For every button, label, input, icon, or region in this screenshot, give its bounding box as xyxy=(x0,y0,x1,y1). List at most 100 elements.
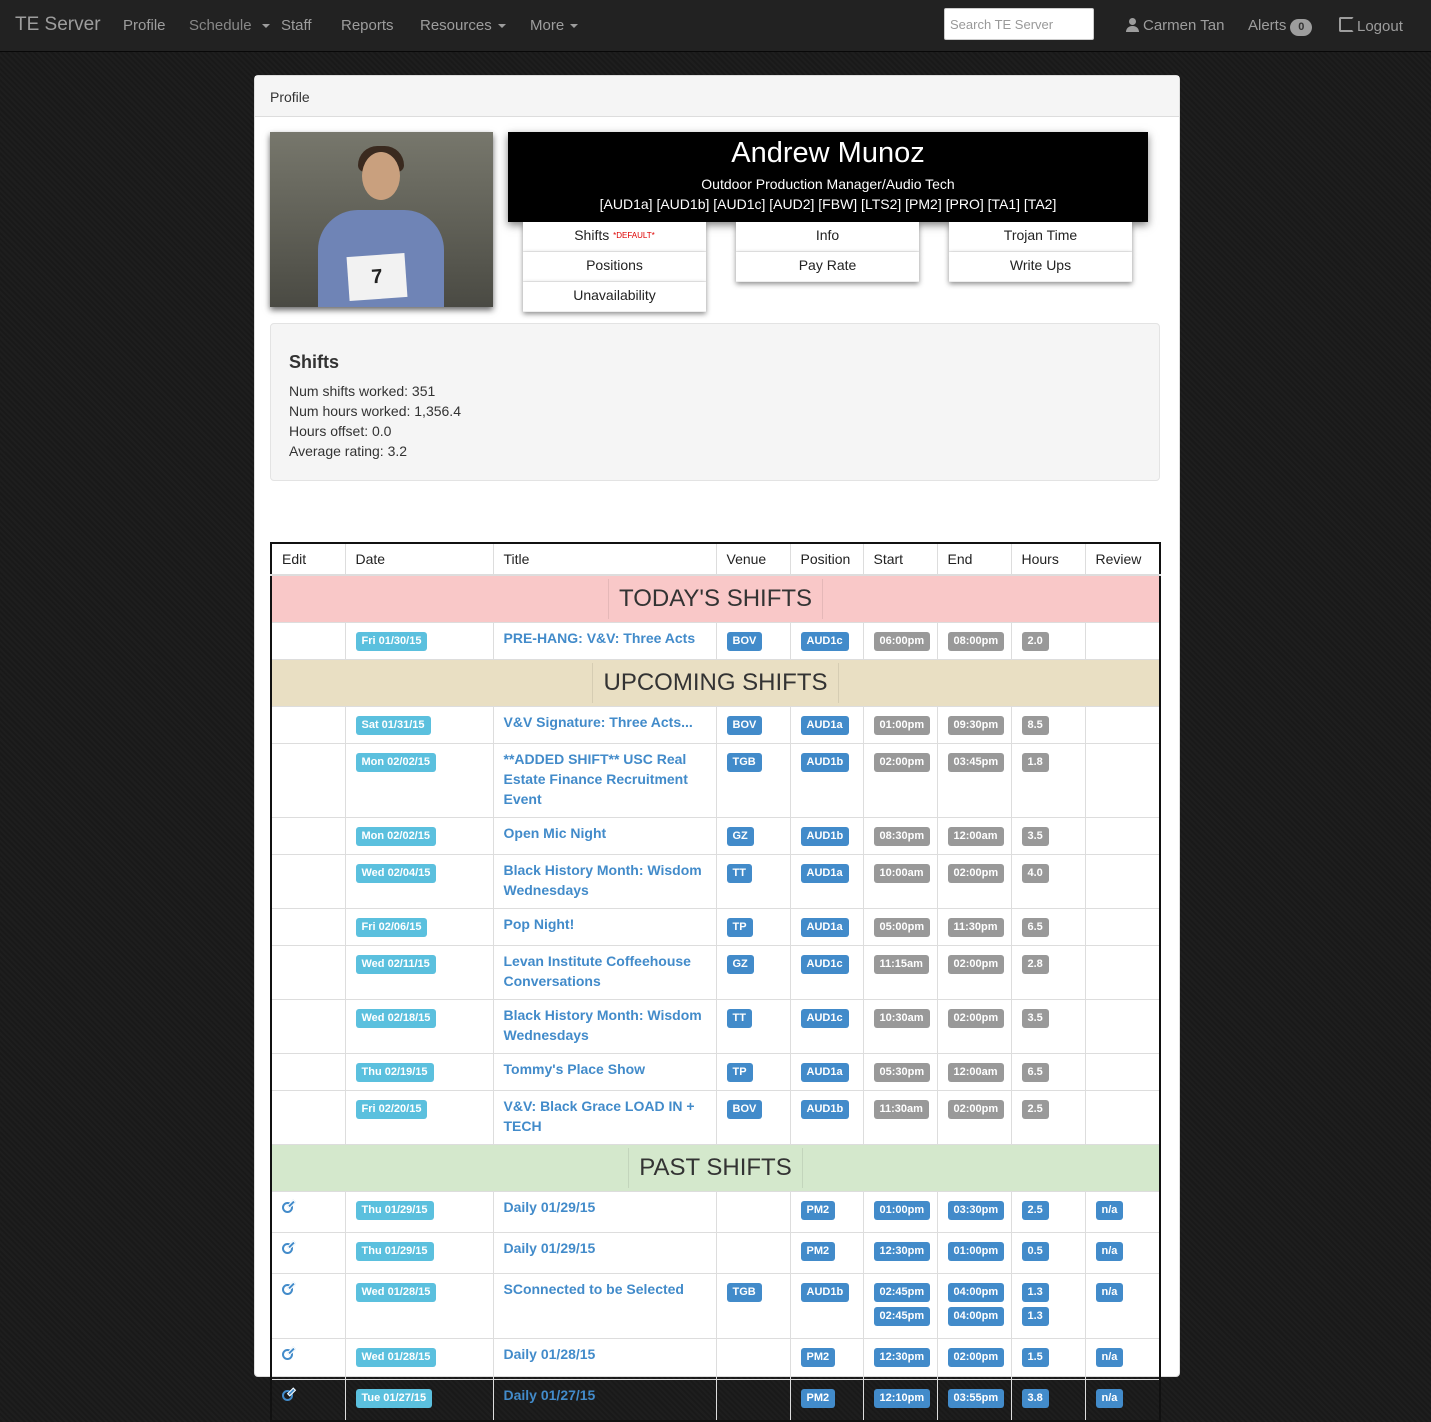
logout-link[interactable]: Logout xyxy=(1339,17,1403,35)
start-time-badge: 10:30am xyxy=(873,1009,930,1028)
end-time-badge: 02:00pm xyxy=(947,864,1005,883)
date-badge: Thu 01/29/15 xyxy=(355,1201,434,1220)
review-badge[interactable]: n/a xyxy=(1095,1348,1124,1367)
profile-title: Outdoor Production Manager/Audio Tech xyxy=(701,176,955,192)
chevron-down-icon xyxy=(570,24,579,29)
start-cell: 11:30am xyxy=(862,1090,938,1145)
position-badge: AUD1b xyxy=(800,753,850,772)
section-label: PAST SHIFTS xyxy=(628,1148,803,1188)
menu-pay-rate-button[interactable]: Pay Rate xyxy=(736,252,919,282)
end-cell: 01:00pm xyxy=(936,1232,1012,1274)
nav-schedule[interactable]: Schedule xyxy=(189,17,270,34)
shift-title-link[interactable]: PRE-HANG: V&V: Three Acts xyxy=(504,628,706,648)
hours-cell: 8.5 xyxy=(1010,706,1086,744)
venue-cell: TT xyxy=(715,854,791,909)
review-cell: n/a xyxy=(1084,1338,1161,1380)
shift-stats-well: Shifts Num shifts worked: 351 Num hours … xyxy=(270,323,1160,481)
col-review: Review xyxy=(1084,542,1161,576)
date-badge: Wed 02/11/15 xyxy=(355,955,436,974)
title-cell: Pop Night! xyxy=(492,908,717,946)
position-cell: PM2 xyxy=(789,1379,864,1422)
table-row: Sat 01/31/15 V&V Signature: Three Acts...… xyxy=(270,706,1161,744)
title-cell: Black History Month: Wisdom Wednesdays xyxy=(492,854,717,909)
table-row: Fri 02/20/15 V&V: Black Grace LOAD IN + T… xyxy=(270,1090,1161,1145)
shift-title-link[interactable]: Daily 01/28/15 xyxy=(504,1344,706,1364)
table-row: Thu 01/29/15 Daily 01/29/15 PM2 12:30pm 01:0… xyxy=(270,1232,1161,1274)
shift-title-link[interactable]: Levan Institute Coffeehouse Conversation… xyxy=(504,951,706,991)
start-time-badge: 02:45pm xyxy=(873,1283,931,1302)
start-cell: 06:00pm xyxy=(862,622,938,660)
menu-shifts-button[interactable]: Shifts *DEFAULT* xyxy=(523,222,706,252)
hours-cell: 2.8 xyxy=(1010,945,1086,1000)
nav-reports[interactable]: Reports xyxy=(341,17,394,34)
alerts-link[interactable]: Alerts 0 xyxy=(1248,17,1313,36)
col-start: Start xyxy=(862,542,938,576)
section-today: TODAY'S SHIFTS xyxy=(270,574,1161,623)
shift-title-link[interactable]: Tommy's Place Show xyxy=(504,1059,706,1079)
stat-shifts-worked: Num shifts worked: 351 xyxy=(289,383,436,399)
edit-icon[interactable] xyxy=(282,1243,293,1254)
venue-cell: TT xyxy=(715,999,791,1054)
table-row: Wed 02/11/15 Levan Institute Coffeehouse … xyxy=(270,945,1161,1000)
edit-cell xyxy=(270,1191,346,1233)
hours-badge: 1.3 xyxy=(1021,1283,1049,1302)
photo-number-card: 7 xyxy=(346,253,408,301)
date-badge: Fri 02/20/15 xyxy=(355,1100,428,1119)
hours-badge: 4.0 xyxy=(1021,864,1049,883)
shift-title-link[interactable]: **ADDED SHIFT** USC Real Estate Finance … xyxy=(504,749,706,809)
position-cell: AUD1b xyxy=(789,1273,864,1339)
menu-trojan-time-button[interactable]: Trojan Time xyxy=(949,222,1132,252)
table-row: Wed 02/18/15 Black History Month: Wisdom … xyxy=(270,999,1161,1054)
search-input[interactable] xyxy=(944,8,1094,40)
user-icon xyxy=(1126,18,1139,32)
col-title: Title xyxy=(492,542,717,576)
start-time-badge: 12:10pm xyxy=(873,1389,931,1408)
start-time-badge: 10:00am xyxy=(873,864,930,883)
shift-title-link[interactable]: Daily 01/29/15 xyxy=(504,1197,706,1217)
brand-link[interactable]: TE Server xyxy=(15,14,101,36)
date-cell: Thu 01/29/15 xyxy=(344,1191,494,1233)
shift-title-link[interactable]: Black History Month: Wisdom Wednesdays xyxy=(504,860,706,900)
review-cell xyxy=(1084,743,1161,818)
shift-title-link[interactable]: Daily 01/27/15 xyxy=(504,1385,706,1405)
alerts-count-badge: 0 xyxy=(1290,19,1313,36)
nav-staff[interactable]: Staff xyxy=(281,17,312,34)
review-badge[interactable]: n/a xyxy=(1095,1201,1124,1220)
shift-title-link[interactable]: Daily 01/29/15 xyxy=(504,1238,706,1258)
nav-resources[interactable]: Resources xyxy=(420,17,506,34)
nav-profile[interactable]: Profile xyxy=(123,17,166,34)
shift-title-link[interactable]: Pop Night! xyxy=(504,914,706,934)
menu-unavailability-button[interactable]: Unavailability xyxy=(523,282,706,312)
venue-badge: GZ xyxy=(726,955,754,974)
edit-icon[interactable] xyxy=(282,1284,293,1295)
menu-positions-button[interactable]: Positions xyxy=(523,252,706,282)
shift-title-link[interactable]: Open Mic Night xyxy=(504,823,706,843)
shift-title-link[interactable]: V&V: Black Grace LOAD IN + TECH xyxy=(504,1096,706,1136)
user-menu-link[interactable]: Carmen Tan xyxy=(1126,17,1224,34)
shift-title-link[interactable]: Black History Month: Wisdom Wednesdays xyxy=(504,1005,706,1045)
start-time-badge: 01:00pm xyxy=(873,716,931,735)
edit-icon[interactable] xyxy=(282,1390,293,1401)
nav-more[interactable]: More xyxy=(530,17,579,34)
review-cell: n/a xyxy=(1084,1273,1161,1339)
review-badge[interactable]: n/a xyxy=(1095,1389,1124,1408)
review-badge[interactable]: n/a xyxy=(1095,1283,1124,1302)
start-time-badge: 08:30pm xyxy=(873,827,931,846)
col-hours: Hours xyxy=(1010,542,1086,576)
edit-icon[interactable] xyxy=(282,1202,293,1213)
menu-write-ups-button[interactable]: Write Ups xyxy=(949,252,1132,282)
shift-title-link[interactable]: SConnected to be Selected xyxy=(504,1279,706,1299)
start-time-badge: 05:00pm xyxy=(873,918,931,937)
title-cell: Daily 01/28/15 xyxy=(492,1338,717,1380)
review-badge[interactable]: n/a xyxy=(1095,1242,1124,1261)
venue-badge: TP xyxy=(726,918,753,937)
table-row: Mon 02/02/15 **ADDED SHIFT** USC Real Est… xyxy=(270,743,1161,818)
hours-badge: 6.5 xyxy=(1021,918,1049,937)
start-cell: 02:00pm xyxy=(862,743,938,818)
venue-cell: TP xyxy=(715,1053,791,1091)
date-badge: Wed 02/04/15 xyxy=(355,864,437,883)
shift-title-link[interactable]: V&V Signature: Three Acts... xyxy=(504,712,706,732)
edit-icon[interactable] xyxy=(282,1349,293,1360)
end-time-badge: 03:30pm xyxy=(947,1201,1005,1220)
menu-info-button[interactable]: Info xyxy=(736,222,919,252)
